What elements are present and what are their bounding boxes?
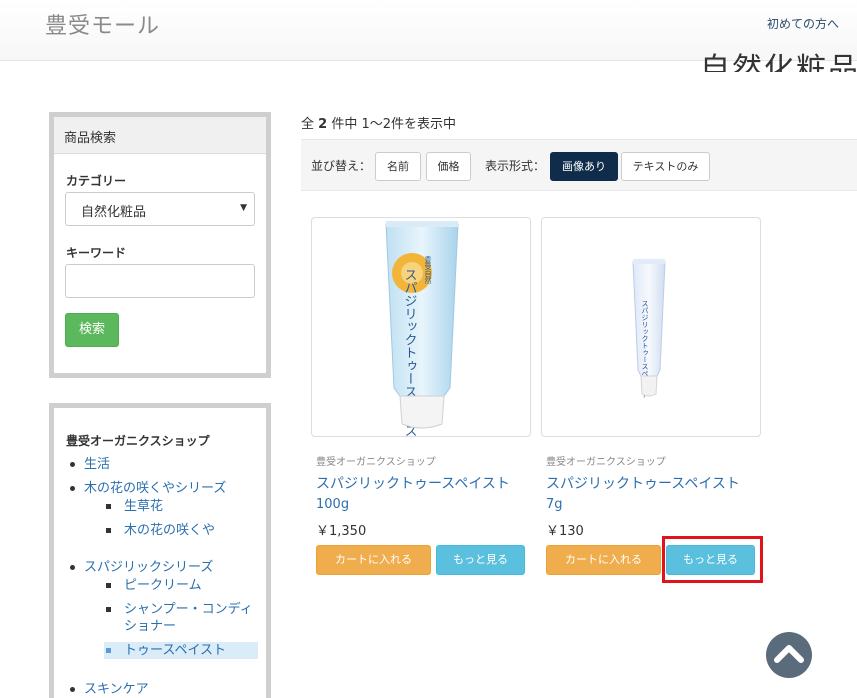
product-image[interactable]: スパジリックトゥースペイスト (541, 217, 761, 437)
toothpaste-tube-large-image: スパジリックトゥースペイスト 豊受自然 (385, 221, 459, 436)
shop-name: 豊受オーガニクスショップ (66, 434, 210, 448)
product-shop-name: 豊受オーガニクスショップ (546, 457, 666, 468)
page-heading: 自然化粧品 (700, 52, 857, 72)
product-size: 100g (316, 497, 350, 512)
product-image[interactable]: スパジリックトゥースペイスト 豊受自然 (311, 217, 531, 437)
add-to-cart-button[interactable]: カートに入れる (546, 545, 661, 575)
category-list: 生活 木の花の咲くやシリーズ 生草花 木の花の咲くや スパジリックシリーズ ピー… (68, 456, 258, 698)
search-panel-heading: 商品検索 (54, 117, 266, 154)
tube-large-brand: 豊受自然 (424, 255, 432, 285)
subcategory-item-seisouka[interactable]: 生草花 (104, 498, 258, 515)
category-label: カテゴリー (66, 174, 127, 188)
keyword-input[interactable] (65, 264, 255, 298)
sort-label: 並び替え： (311, 159, 372, 173)
sort-by-name-button[interactable]: 名前 (375, 152, 421, 181)
product-size: 7g (546, 497, 563, 512)
product-name-link[interactable]: スパジリックトゥースペイスト (546, 473, 740, 493)
category-panel: 豊受オーガニクスショップ 生活 木の花の咲くやシリーズ 生草花 木の花の咲くや … (49, 403, 271, 698)
keyword-label: キーワード (66, 246, 127, 260)
category-item-label[interactable]: 生活 (84, 457, 110, 472)
first-time-link[interactable]: 初めての方へ (767, 15, 839, 32)
add-to-cart-button[interactable]: カートに入れる (316, 545, 431, 575)
category-select[interactable]: 自然化粧品 ▼ (65, 192, 255, 226)
chevron-up-icon (774, 645, 804, 663)
product-price: ￥1,350 (316, 524, 367, 539)
see-more-button[interactable]: もっと見る (436, 545, 525, 575)
toothpaste-tube-small-image: スパジリックトゥースペイスト (632, 259, 666, 398)
page-heading-wrapper: 自然化粧品 (700, 40, 857, 72)
results-count: 全 2 件中 1～2件を表示中 (301, 113, 456, 132)
results-total: 2 (318, 117, 328, 132)
subcategory-list: 生草花 木の花の咲くや (84, 498, 258, 539)
category-item-label[interactable]: 木の花の咲くやシリーズ (84, 481, 226, 496)
category-item-label[interactable]: スパジリックシリーズ (84, 560, 213, 575)
product-search-panel: 商品検索 カテゴリー 自然化粧品 ▼ キーワード 検索 (49, 112, 271, 378)
view-with-image-button[interactable]: 画像あり (550, 152, 618, 181)
category-item-konohana-series[interactable]: 木の花の咲くやシリーズ 生草花 木の花の咲くや (68, 480, 258, 539)
scroll-to-top-button[interactable] (766, 632, 812, 678)
sort-by-price-button[interactable]: 価格 (426, 152, 471, 181)
results-prefix: 全 (301, 117, 319, 132)
subcategory-item-pea-cream[interactable]: ピークリーム (104, 577, 258, 594)
subcategory-item-toothpaste[interactable]: トゥースペイスト (104, 642, 258, 659)
product-price: ￥130 (546, 524, 584, 539)
search-button[interactable]: 検索 (65, 313, 119, 347)
product-shop-name: 豊受オーガニクスショップ (316, 457, 436, 468)
category-item-skincare[interactable]: スキンケア (68, 681, 258, 698)
category-item-life[interactable]: 生活 (68, 456, 258, 473)
view-text-only-button[interactable]: テキストのみ (621, 152, 710, 181)
sort-view-toolbar: 並び替え： 名前 価格 表示形式： 画像あり テキストのみ (301, 139, 857, 191)
category-item-spagyric-series[interactable]: スパジリックシリーズ ピークリーム シャンプー・コンディショナー トゥースペイス… (68, 559, 258, 659)
category-select-value: 自然化粧品 (81, 205, 147, 220)
subcategory-item-shampoo[interactable]: シャンプー・コンディショナー (104, 601, 258, 635)
subcategory-list: ピークリーム シャンプー・コンディショナー トゥースペイスト (84, 577, 258, 659)
category-item-label[interactable]: スキンケア (84, 682, 149, 697)
product-name-link[interactable]: スパジリックトゥースペイスト (316, 473, 510, 493)
caret-down-icon: ▼ (240, 203, 247, 213)
site-title[interactable]: 豊受モール (45, 8, 160, 40)
results-suffix: 件中 1～2件を表示中 (327, 117, 456, 132)
subcategory-item-konohana[interactable]: 木の花の咲くや (104, 522, 258, 539)
view-mode-label: 表示形式： (485, 159, 546, 173)
highlight-box (662, 536, 763, 583)
